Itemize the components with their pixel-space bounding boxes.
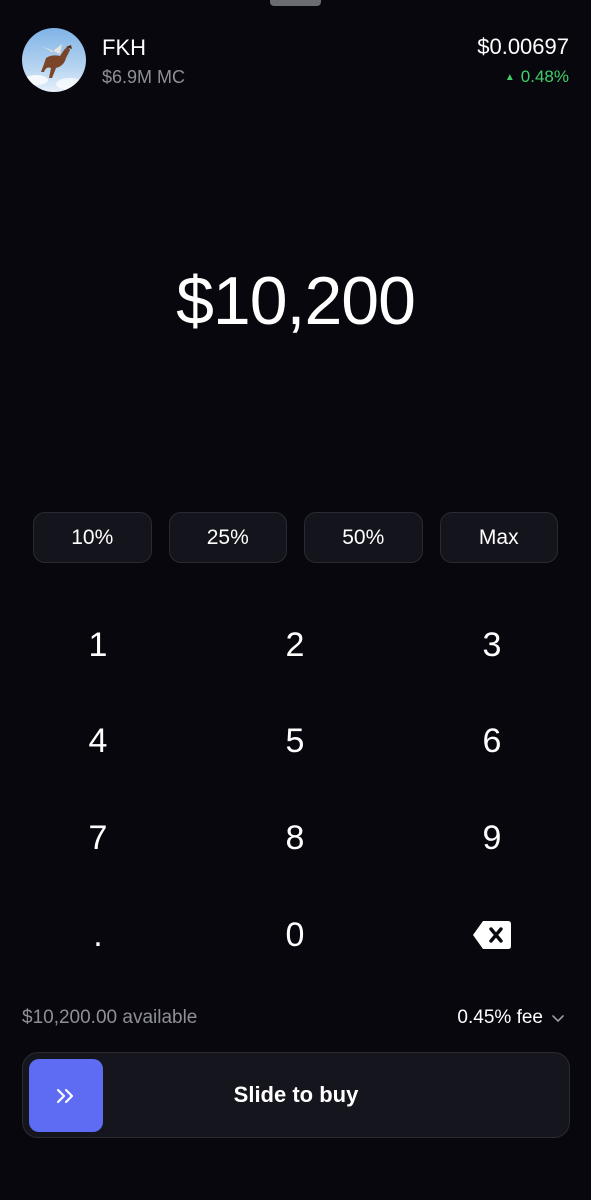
percent-50-button[interactable]: 50% — [304, 512, 423, 563]
percent-25-button[interactable]: 25% — [168, 512, 287, 563]
token-avatar — [22, 28, 86, 92]
fee-label: 0.45% fee — [457, 1007, 543, 1028]
buy-screen: FKH $6.9M MC $0.00697 ▲ 0.48% $10,200 10… — [0, 0, 591, 1200]
slide-to-buy[interactable]: Slide to buy — [22, 1052, 570, 1138]
available-balance: $10,200.00 available — [22, 1007, 198, 1028]
key-7[interactable]: 7 — [38, 793, 158, 883]
key-8[interactable]: 8 — [235, 793, 355, 883]
percent-buttons: 10% 25% 50% Max — [33, 512, 558, 563]
price-change: ▲ 0.48% — [505, 67, 569, 87]
key-4[interactable]: 4 — [38, 696, 158, 786]
percent-10-button[interactable]: 10% — [33, 512, 152, 563]
token-header: FKH $6.9M MC $0.00697 ▲ 0.48% — [22, 28, 569, 94]
backspace-icon — [473, 921, 511, 949]
chevron-down-icon — [552, 1015, 564, 1022]
token-price: $0.00697 — [477, 34, 569, 59]
triangle-up-icon: ▲ — [504, 71, 515, 83]
max-button[interactable]: Max — [439, 512, 558, 563]
flying-horse-avatar — [24, 44, 84, 90]
price-change-value: 0.48% — [520, 67, 569, 86]
key-9[interactable]: 9 — [432, 793, 552, 883]
amount-display: $10,200 — [176, 263, 416, 339]
sheet-handle[interactable] — [270, 0, 321, 6]
double-chevron-right-icon — [56, 1088, 74, 1103]
token-symbol: FKH — [102, 35, 146, 60]
slide-to-buy-label: Slide to buy — [233, 1082, 359, 1107]
key-5[interactable]: 5 — [235, 696, 355, 786]
key-6[interactable]: 6 — [432, 696, 552, 786]
fee-selector[interactable]: 0.45% fee — [457, 1007, 565, 1029]
key-2[interactable]: 2 — [235, 600, 355, 690]
key-decimal[interactable]: . — [38, 890, 158, 980]
backspace-button[interactable] — [432, 890, 552, 980]
slider-knob[interactable] — [29, 1059, 103, 1132]
key-3[interactable]: 3 — [432, 600, 552, 690]
key-0[interactable]: 0 — [235, 890, 355, 980]
market-cap: $6.9M MC — [102, 67, 186, 87]
key-1[interactable]: 1 — [38, 600, 158, 690]
